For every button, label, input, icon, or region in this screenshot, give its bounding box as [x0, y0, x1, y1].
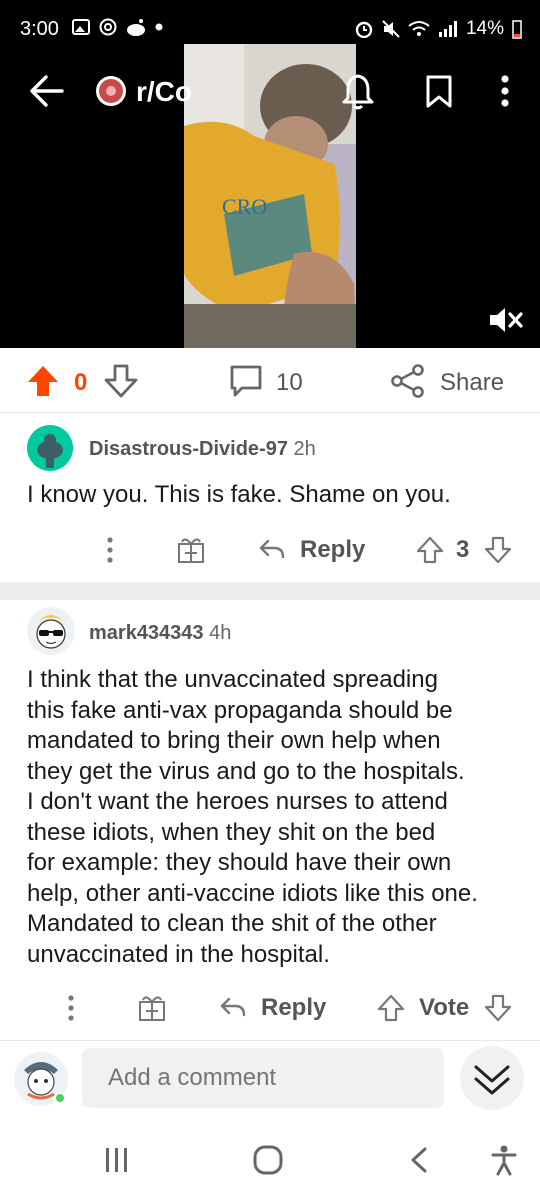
comment-divider: [0, 582, 540, 600]
comment-composer: [0, 1040, 540, 1124]
downvote-outline-icon[interactable]: [484, 536, 512, 564]
comment-age: 2h: [293, 438, 316, 460]
subreddit-name[interactable]: r/Co: [136, 76, 192, 108]
composer-divider: [0, 1040, 540, 1041]
comment-age: 4h: [209, 622, 232, 644]
reply-arrow-icon[interactable]: [258, 538, 286, 560]
post-score: 0: [74, 369, 88, 396]
system-nav-bar: [0, 1124, 540, 1200]
status-right: 14%: [354, 18, 522, 40]
subreddit-avatar-icon[interactable]: [94, 74, 128, 108]
vote-label: Vote: [419, 994, 470, 1021]
comment-line: they get the virus and go to the hospita…: [27, 757, 465, 785]
comment-line: unvaccinated in the hospital.: [27, 940, 330, 968]
status-time: 3:00: [20, 18, 59, 40]
comment-line: for example: they should have their own: [27, 849, 452, 876]
share-button[interactable]: Share: [440, 369, 504, 397]
comment-body: I know you. This is fake. Shame on you.: [27, 481, 451, 508]
comment-input[interactable]: [82, 1048, 444, 1108]
recent-apps-icon[interactable]: [104, 1146, 130, 1174]
back-icon[interactable]: [408, 1146, 430, 1174]
video-player[interactable]: CRO 3:00 14% r/Co: [0, 0, 540, 348]
comment-line: mandated to bring their own help when: [27, 727, 441, 754]
reply-button[interactable]: Reply: [300, 536, 365, 564]
comment-actions: Reply 3: [0, 530, 540, 570]
comment-line: these idiots, when they shit on the bed: [27, 818, 436, 846]
comment-line: Mandated to clean the shit of the other: [27, 910, 437, 937]
downvote-outline-icon[interactable]: [484, 994, 512, 1022]
award-gift-icon[interactable]: [176, 534, 206, 564]
bookmark-icon[interactable]: [424, 74, 454, 110]
image-icon: [72, 19, 90, 35]
username-text[interactable]: Disastrous-Divide-97: [89, 438, 288, 460]
accessibility-icon[interactable]: [490, 1144, 518, 1176]
more-options-icon[interactable]: [106, 536, 114, 564]
upvote-outline-icon[interactable]: [416, 536, 444, 564]
reply-arrow-icon[interactable]: [219, 996, 247, 1018]
battery-icon: [512, 20, 522, 39]
user-avatar[interactable]: [26, 606, 76, 656]
username-text[interactable]: mark434343: [89, 622, 204, 644]
arrow-left-icon[interactable]: [28, 74, 64, 108]
share-icon[interactable]: [390, 364, 426, 398]
comment-line: I think that the unvaccinated spreading: [27, 666, 438, 693]
user-avatar[interactable]: [26, 424, 74, 472]
vertical-dots-icon[interactable]: [498, 74, 512, 108]
speaker-muted-icon[interactable]: [488, 306, 524, 334]
current-user-avatar[interactable]: [12, 1050, 70, 1108]
shirt-print: CRO: [222, 194, 267, 219]
signal-icon: [438, 21, 457, 37]
comment-actions: Reply Vote: [0, 988, 540, 1028]
award-gift-icon[interactable]: [137, 992, 167, 1022]
upvote-outline-icon[interactable]: [377, 994, 405, 1022]
downvote-arrow-icon[interactable]: [104, 364, 138, 398]
bell-icon[interactable]: [340, 72, 376, 110]
comment-line: help, other anti-vaccine idiots like thi…: [27, 879, 478, 907]
comment-line: this fake anti-vax propaganda should be: [27, 696, 453, 724]
reddit-alien-icon: [127, 19, 145, 36]
alarm-icon: [355, 21, 373, 38]
comment-body: I think that the unvaccinated spreading …: [27, 665, 478, 970]
comment-score: 3: [456, 536, 470, 563]
more-options-icon[interactable]: [67, 994, 75, 1022]
comment-count[interactable]: 10: [276, 369, 303, 397]
comment-username[interactable]: Disastrous-Divide-97 2h: [89, 438, 316, 461]
comment-username[interactable]: mark434343 4h: [89, 622, 231, 645]
wifi-icon: [408, 21, 430, 36]
reply-button[interactable]: Reply: [261, 994, 326, 1022]
chevron-double-down-icon[interactable]: [459, 1045, 525, 1111]
notification-icons: [72, 18, 163, 36]
comment-bubble-icon[interactable]: [228, 364, 264, 398]
upvote-arrow-icon[interactable]: [26, 364, 60, 398]
mute-icon: [382, 20, 400, 38]
post-header-bar: [0, 58, 540, 124]
post-action-bar: 0 10 Share: [0, 350, 540, 413]
battery-percent: 14%: [465, 18, 504, 39]
dot-icon: [155, 23, 163, 31]
home-icon[interactable]: [252, 1144, 284, 1176]
at-sign-icon: [99, 18, 117, 36]
comment-line: I don't want the heroes nurses to attend: [27, 788, 448, 815]
